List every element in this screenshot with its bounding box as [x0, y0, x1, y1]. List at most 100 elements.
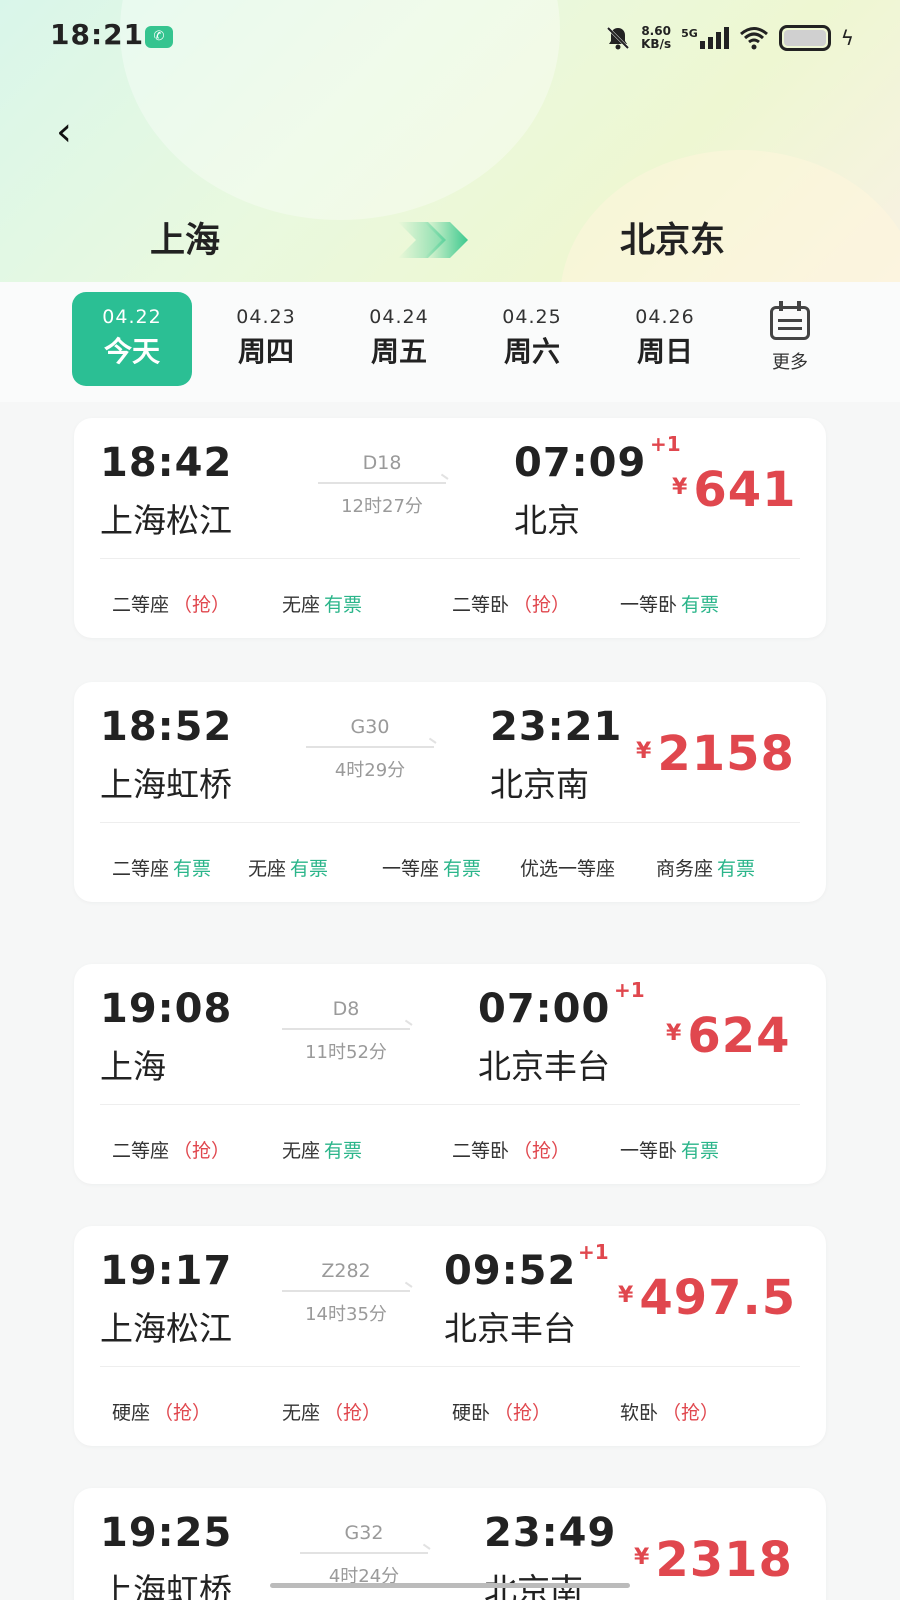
seat-name: 无座	[248, 858, 287, 880]
net-speed: 8.60 KB/s	[641, 25, 671, 51]
seat-status: 有票	[324, 594, 363, 616]
more-dates-button[interactable]: 更多	[760, 301, 820, 374]
seat-class: 二等座 有票	[112, 854, 211, 881]
arrival-time: 09:52	[444, 1248, 577, 1294]
seat-class: 商务座 有票	[656, 854, 755, 881]
charging-icon: ϟ	[840, 26, 854, 50]
seat-name: 无座	[282, 1402, 321, 1424]
price: ¥2318	[634, 1532, 793, 1588]
arrival-time: 07:09	[514, 440, 647, 486]
train-number: D18	[362, 452, 402, 474]
seat-class: 无座 有票	[282, 590, 362, 617]
wifi-icon	[739, 27, 768, 50]
seat-status: 有票	[173, 858, 212, 880]
battery-icon	[778, 25, 831, 51]
header: 18:21 ✆ 8.60 KB/s 5G ϟ ‹ 上海 北京东	[0, 0, 900, 282]
seat-class: 优选一等座	[520, 854, 619, 881]
network-type: 5G	[681, 27, 698, 40]
date-tab-4[interactable]: 04.26 周日	[605, 292, 725, 386]
arrival-time: 23:49	[484, 1510, 617, 1556]
price: ¥641	[672, 462, 797, 518]
date-tab-date: 04.22	[102, 306, 162, 328]
seat-status: （抢）	[513, 594, 571, 616]
train-info: D18 12时27分	[318, 452, 446, 518]
train-info: D8 11时52分	[282, 998, 410, 1064]
date-tab-1[interactable]: 04.23 周四	[206, 292, 326, 386]
status-icons: 8.60 KB/s 5G ϟ	[605, 20, 854, 56]
seat-status: （抢）	[513, 1140, 571, 1162]
price: ¥624	[666, 1008, 791, 1064]
route-line	[306, 746, 434, 748]
arrival-time: 07:00	[478, 986, 611, 1032]
next-day-badge: +1	[578, 1240, 609, 1264]
currency-symbol: ¥	[634, 1545, 650, 1570]
seat-class: 二等卧 （抢）	[452, 1136, 570, 1163]
date-tab-date: 04.25	[502, 306, 562, 328]
departure-time: 19:08	[100, 986, 233, 1032]
date-tab-0[interactable]: 04.22 今天	[72, 292, 192, 386]
train-info: Z282 14时35分	[282, 1260, 410, 1326]
departure-time: 18:42	[100, 440, 233, 486]
date-tab-weekday: 今天	[103, 335, 160, 368]
seat-name: 硬卧	[452, 1402, 491, 1424]
divider	[100, 558, 800, 559]
departure-city[interactable]: 上海	[150, 212, 220, 263]
train-card[interactable]: 18:42 上海松江 D18 12时27分 07:09 +1 北京 ¥641 二…	[74, 418, 826, 638]
date-selector: 04.22 今天 04.23 周四 04.24 周五 04.25 周六 04.2…	[0, 282, 900, 402]
train-card[interactable]: 19:17 上海松江 Z282 14时35分 09:52 +1 北京丰台 ¥49…	[74, 1226, 826, 1446]
travel-duration: 4时29分	[334, 760, 406, 781]
divider	[100, 1104, 800, 1105]
currency-symbol: ¥	[636, 739, 652, 764]
calendar-icon	[770, 301, 810, 340]
departure-station: 上海虹桥	[100, 1571, 232, 1600]
arrival-city[interactable]: 北京东	[620, 212, 725, 263]
train-number: G30	[350, 716, 390, 738]
departure-time: 18:52	[100, 704, 233, 750]
route-line	[282, 1290, 410, 1292]
train-card[interactable]: 19:08 上海 D8 11时52分 07:00 +1 北京丰台 ¥624 二等…	[74, 964, 826, 1184]
currency-symbol: ¥	[618, 1283, 634, 1308]
seat-class: 无座 有票	[282, 1136, 362, 1163]
arrival-station: 北京丰台	[444, 1309, 576, 1348]
travel-duration: 14时35分	[305, 1304, 387, 1325]
seat-class: 硬卧 （抢）	[452, 1398, 551, 1425]
route-line	[318, 482, 446, 484]
back-button[interactable]: ‹	[56, 112, 86, 152]
price-value: 2158	[657, 726, 795, 782]
departure-time: 19:17	[100, 1248, 233, 1294]
seat-name: 一等卧	[620, 594, 678, 616]
signal-icon: 5G	[681, 27, 729, 49]
seat-status: （抢）	[662, 1402, 720, 1424]
divider	[100, 1366, 800, 1367]
seat-status: （抢）	[173, 594, 231, 616]
departure-station: 上海	[100, 1047, 166, 1086]
seat-status: 有票	[443, 858, 482, 880]
price-value: 624	[687, 1008, 791, 1064]
departure-time: 19:25	[100, 1510, 233, 1556]
departure-station: 上海松江	[100, 1309, 232, 1348]
seat-status: 有票	[290, 858, 329, 880]
date-tab-3[interactable]: 04.25 周六	[472, 292, 592, 386]
route-line	[300, 1552, 428, 1554]
train-card[interactable]: 18:52 上海虹桥 G30 4时29分 23:21 北京南 ¥2158 二等座…	[74, 682, 826, 902]
train-number: G32	[344, 1522, 384, 1544]
seat-name: 二等卧	[452, 594, 510, 616]
date-tab-weekday: 周日	[636, 335, 693, 368]
seat-class: 软卧 （抢）	[620, 1398, 719, 1425]
net-speed-value: 8.60	[641, 24, 671, 38]
date-tab-2[interactable]: 04.24 周五	[339, 292, 459, 386]
train-number: D8	[332, 998, 360, 1020]
date-tab-date: 04.26	[635, 306, 695, 328]
home-indicator[interactable]	[270, 1583, 630, 1588]
seat-class: 二等座 （抢）	[112, 590, 230, 617]
price: ¥2158	[636, 726, 795, 782]
next-day-badge: +1	[614, 978, 645, 1002]
seat-name: 无座	[282, 1140, 321, 1162]
route-line	[282, 1028, 410, 1030]
date-tab-date: 04.24	[369, 306, 429, 328]
seat-status: 有票	[717, 858, 756, 880]
seat-name: 无座	[282, 594, 321, 616]
train-info: G30 4时29分	[306, 716, 434, 782]
seat-name: 优选一等座	[520, 858, 616, 880]
more-dates-label: 更多	[772, 352, 808, 373]
